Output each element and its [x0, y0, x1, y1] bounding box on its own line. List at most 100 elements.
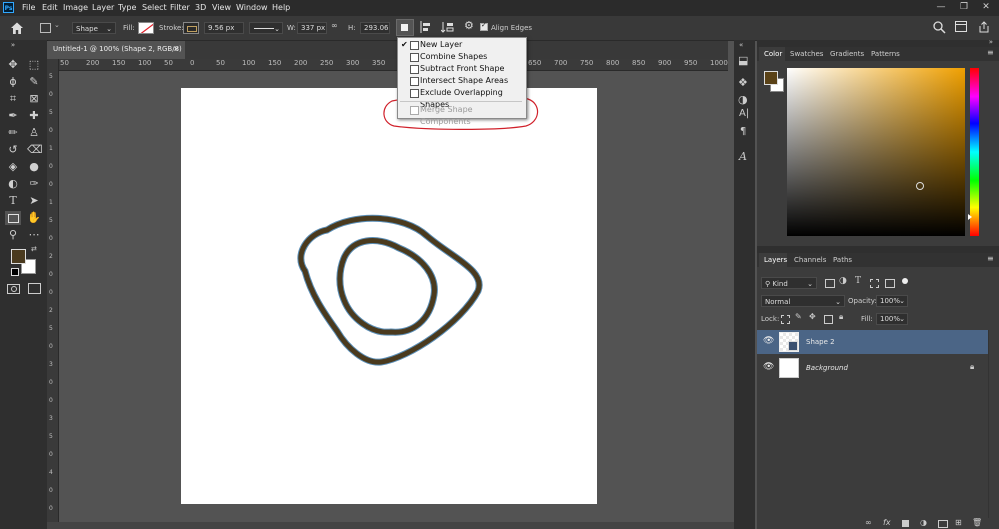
eyedropper-tool-icon[interactable]: ✒: [6, 109, 20, 123]
width-field[interactable]: 337 px: [297, 22, 327, 34]
shape-2-paths[interactable]: [181, 88, 597, 504]
add-mask-icon[interactable]: [902, 520, 909, 527]
menu-3d[interactable]: 3D: [195, 3, 206, 12]
swap-colors-icon[interactable]: ⇄: [31, 245, 37, 253]
menu-item-new-layer[interactable]: ✔ New Layer: [398, 39, 524, 51]
tab-gradients[interactable]: Gradients: [830, 47, 864, 61]
zoom-tool-icon[interactable]: ⚲: [6, 228, 20, 242]
learn-icon[interactable]: ⬓: [738, 54, 748, 67]
adjustments-icon[interactable]: ◑: [738, 93, 748, 106]
menu-item-combine-shapes[interactable]: Combine Shapes: [398, 51, 524, 63]
collapse-icon[interactable]: »: [989, 38, 993, 46]
lock-image-icon[interactable]: ✎: [795, 312, 802, 321]
default-colors-icon[interactable]: [11, 268, 19, 276]
hue-slider-handle[interactable]: [968, 214, 972, 220]
hand-tool-icon[interactable]: ✋: [27, 211, 41, 225]
tab-color[interactable]: Color: [764, 47, 782, 61]
tab-patterns[interactable]: Patterns: [871, 47, 900, 61]
link-icon[interactable]: ∞: [331, 21, 338, 30]
layers-panel-menu-icon[interactable]: ≡: [987, 254, 994, 263]
height-field[interactable]: 293.06: [360, 22, 390, 34]
stroke-swatch[interactable]: [183, 22, 199, 34]
lock-transparent-icon[interactable]: [781, 315, 790, 324]
menu-image[interactable]: Image: [63, 3, 88, 12]
quick-mask-icon[interactable]: [7, 284, 20, 294]
menu-layer[interactable]: Layer: [92, 3, 114, 12]
path-alignment-icon[interactable]: [420, 21, 432, 33]
menu-item-exclude-overlapping-shapes[interactable]: Exclude Overlapping Shapes: [398, 87, 524, 109]
link-layers-icon[interactable]: ∞: [865, 518, 872, 527]
menu-item-subtract-front-shape[interactable]: Subtract Front Shape: [398, 63, 524, 75]
filter-shape-icon[interactable]: [870, 279, 879, 288]
path-selection-tool-icon[interactable]: ➤: [27, 194, 41, 208]
fill-swatch[interactable]: [138, 22, 154, 34]
document-tab[interactable]: Untitled-1 @ 100% (Shape 2, RGB/8) * ×: [47, 41, 185, 70]
gear-icon[interactable]: ⚙: [464, 19, 474, 32]
tab-layers[interactable]: Layers: [764, 253, 787, 267]
filter-adjustment-icon[interactable]: ◑: [839, 276, 847, 286]
screen-mode-icon[interactable]: [28, 283, 41, 294]
menu-item-intersect-shape-areas[interactable]: Intersect Shape Areas: [398, 75, 524, 87]
kind-filter-select[interactable]: ⚲ Kind ⌄: [761, 277, 817, 289]
color-picker-field[interactable]: [787, 68, 965, 236]
menu-window[interactable]: Window: [236, 3, 268, 12]
layers-scrollbar[interactable]: [988, 330, 999, 520]
share-icon[interactable]: [978, 21, 990, 33]
lock-all-icon[interactable]: 🔒︎: [839, 312, 843, 322]
crop-tool-icon[interactable]: ⌗: [6, 92, 20, 106]
layer-row-shape-2[interactable]: 👁︎ Shape 2: [757, 330, 988, 354]
more-tools-icon[interactable]: ⋯: [27, 228, 41, 242]
close-tab-icon[interactable]: ×: [173, 41, 179, 58]
maximize-icon[interactable]: ❐: [958, 2, 970, 13]
frame-tool-icon[interactable]: ⊠: [27, 92, 41, 106]
path-operations-button[interactable]: [396, 19, 414, 36]
collapse-icon[interactable]: »: [6, 42, 20, 56]
healing-brush-tool-icon[interactable]: ✚: [27, 109, 41, 123]
type-tool-icon[interactable]: T: [6, 194, 20, 208]
blend-mode-select[interactable]: Normal ⌄: [761, 295, 845, 307]
quick-select-tool-icon[interactable]: ✎: [27, 75, 41, 89]
new-layer-icon[interactable]: ⊞: [955, 518, 962, 527]
menu-file[interactable]: File: [22, 3, 35, 12]
align-edges-checkbox[interactable]: ✓: [480, 21, 488, 31]
menu-type[interactable]: Type: [118, 3, 136, 12]
path-arrangement-icon[interactable]: [440, 21, 454, 33]
glyphs-icon[interactable]: A: [739, 150, 747, 163]
mode-select[interactable]: Shape ⌄: [72, 22, 116, 34]
blur-tool-icon[interactable]: ●: [27, 160, 41, 174]
layer-name[interactable]: Background: [806, 364, 848, 372]
history-brush-tool-icon[interactable]: ↺: [6, 143, 20, 157]
filter-toggle-icon[interactable]: [902, 278, 908, 284]
tab-swatches[interactable]: Swatches: [790, 47, 823, 61]
minimize-icon[interactable]: —: [935, 2, 947, 13]
trash-icon[interactable]: 🗑︎: [972, 518, 982, 527]
filter-smart-object-icon[interactable]: [885, 279, 895, 288]
opacity-field[interactable]: 100% ⌄: [876, 295, 908, 307]
layer-row-background[interactable]: 👁︎ Background 🔒︎: [757, 356, 988, 380]
dodge-tool-icon[interactable]: ◐: [6, 177, 20, 191]
paragraph-icon[interactable]: ¶: [740, 126, 746, 137]
move-tool-icon[interactable]: ✥: [6, 58, 20, 72]
stamp-tool-icon[interactable]: ♙: [27, 126, 41, 140]
layer-style-icon[interactable]: fx: [883, 518, 891, 527]
menu-select[interactable]: Select: [142, 3, 167, 12]
filter-pixel-icon[interactable]: [825, 279, 835, 288]
menu-edit[interactable]: Edit: [42, 3, 58, 12]
marquee-tool-icon[interactable]: ⬚: [27, 58, 41, 72]
tool-preset-icon[interactable]: [40, 23, 51, 33]
adjustment-layer-icon[interactable]: ◑: [920, 518, 927, 527]
lasso-tool-icon[interactable]: ϕ: [6, 75, 20, 89]
tab-paths[interactable]: Paths: [833, 253, 852, 267]
menu-view[interactable]: View: [212, 3, 231, 12]
lock-artboard-icon[interactable]: [824, 315, 833, 324]
hue-slider[interactable]: [968, 68, 979, 236]
rectangle-tool-icon[interactable]: [5, 211, 21, 225]
lock-position-icon[interactable]: ✥: [809, 312, 816, 321]
menu-item-merge-shape-components[interactable]: Merge Shape Components: [398, 104, 524, 126]
search-icon[interactable]: [933, 21, 946, 34]
libraries-icon[interactable]: ❖: [738, 76, 748, 89]
close-icon[interactable]: ✕: [980, 2, 992, 13]
panel-menu-icon[interactable]: ≡: [987, 48, 994, 57]
eraser-tool-icon[interactable]: ⌫: [27, 143, 43, 157]
filter-type-icon[interactable]: T: [855, 276, 861, 286]
